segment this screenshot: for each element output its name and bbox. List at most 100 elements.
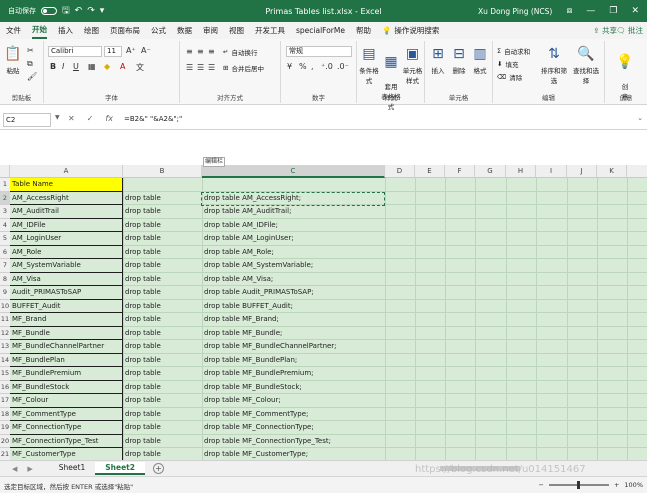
cell-table-name[interactable]: AM_LoginUser xyxy=(10,232,123,246)
comments-button[interactable]: 🗨 批注 xyxy=(616,25,643,36)
row-header[interactable]: 14 xyxy=(0,353,10,367)
zoom-in-icon[interactable]: + xyxy=(614,481,619,489)
column-header[interactable]: D xyxy=(385,165,415,178)
cell-drop-table[interactable]: drop table xyxy=(123,448,161,460)
row-header[interactable]: 7 xyxy=(0,259,10,273)
cell-drop-statement[interactable]: drop table AM_AuditTrail; xyxy=(202,205,291,219)
cell-drop-table[interactable]: drop table xyxy=(123,246,161,260)
cell-drop-table[interactable]: drop table xyxy=(123,394,161,408)
column-header[interactable]: G xyxy=(475,165,506,178)
cell-drop-statement[interactable]: drop table AM_LoginUser; xyxy=(202,232,294,246)
column-header[interactable]: J xyxy=(567,165,597,178)
user-name[interactable]: Xu Dong Ping (NCS) xyxy=(478,7,552,16)
cell-table-name[interactable]: AM_AccessRight xyxy=(10,191,123,205)
cell-table-name[interactable]: BUFFET_Audit xyxy=(10,299,123,313)
zoom-slider-knob[interactable] xyxy=(576,481,580,489)
increase-font-icon[interactable]: A⁺ xyxy=(126,46,136,55)
column-header[interactable]: F xyxy=(445,165,475,178)
sheet-tab-sheet1[interactable]: Sheet1 xyxy=(49,462,95,475)
cell-table-name[interactable]: MF_Colour xyxy=(10,394,123,408)
restore-icon[interactable]: ❐ xyxy=(609,6,617,16)
sheet-prev-icon[interactable]: ◀ xyxy=(12,465,17,473)
autosum-button[interactable]: Σ 自动求和 xyxy=(497,46,530,56)
delete-cells-button[interactable]: ⊟ 删除 xyxy=(449,45,469,75)
row-header[interactable]: 16 xyxy=(0,380,10,394)
cell-table-name[interactable]: AM_SystemVariable xyxy=(10,259,123,273)
cell-table-name[interactable]: MF_Brand xyxy=(10,313,123,327)
underline-icon[interactable]: U xyxy=(73,62,79,71)
cell-drop-statement[interactable]: drop table MF_BundlePlan; xyxy=(202,354,297,368)
cell-drop-table[interactable]: drop table xyxy=(123,367,161,381)
cell-drop-table[interactable]: drop table xyxy=(123,205,161,219)
tab-file[interactable]: 文件 xyxy=(6,23,21,38)
sort-filter-button[interactable]: ⇅ 排序和筛选 xyxy=(539,45,569,85)
cell-drop-table[interactable]: drop table xyxy=(123,381,161,395)
row-header[interactable]: 2 xyxy=(0,191,10,205)
select-all-corner[interactable] xyxy=(0,165,10,178)
cell-drop-table[interactable]: drop table xyxy=(123,232,161,246)
column-header[interactable]: H xyxy=(506,165,536,178)
cell-drop-table[interactable]: drop table xyxy=(123,273,161,287)
borders-icon[interactable]: ▦ xyxy=(88,62,96,71)
row-header[interactable]: 20 xyxy=(0,434,10,448)
cell-a1[interactable]: Table Name xyxy=(10,178,123,192)
row-header[interactable]: 5 xyxy=(0,232,10,246)
undo-icon[interactable]: ↶ xyxy=(75,6,83,16)
clear-button[interactable]: ⌫ 清除 xyxy=(497,72,522,82)
cell-drop-statement[interactable]: drop table MF_Colour; xyxy=(202,394,281,408)
comma-style-icon[interactable]: , xyxy=(311,62,314,71)
cell-table-name[interactable]: MF_ConnectionType xyxy=(10,421,123,435)
cell-table-name[interactable]: AM_Role xyxy=(10,245,123,259)
bold-icon[interactable]: B xyxy=(50,62,56,71)
tab-draw[interactable]: 绘图 xyxy=(84,23,99,38)
tab-review[interactable]: 审阅 xyxy=(203,23,218,38)
share-button[interactable]: ⇪ 共享 xyxy=(593,25,617,36)
cell-drop-statement[interactable]: drop table MF_BundleChannelPartner; xyxy=(202,340,337,354)
row-header[interactable]: 4 xyxy=(0,218,10,232)
minimize-icon[interactable]: — xyxy=(586,6,595,16)
find-select-button[interactable]: 🔍 查找和选择 xyxy=(571,45,601,85)
tab-home[interactable]: 开始 xyxy=(32,22,47,39)
tab-insert[interactable]: 插入 xyxy=(58,23,73,38)
cell-table-name[interactable]: MF_BundleStock xyxy=(10,380,123,394)
align-middle-icon[interactable]: ≡ xyxy=(197,47,204,56)
cell-table-name[interactable]: MF_BundlePlan xyxy=(10,353,123,367)
row-header[interactable]: 3 xyxy=(0,205,10,219)
cell-drop-statement[interactable]: drop table AM_IDFile; xyxy=(202,219,278,233)
ribbon-display-icon[interactable]: ⧈ xyxy=(567,6,573,16)
sheet-next-icon[interactable]: ▶ xyxy=(27,465,32,473)
zoom-out-icon[interactable]: − xyxy=(539,481,544,489)
row-header[interactable]: 12 xyxy=(0,326,10,340)
row-header[interactable]: 8 xyxy=(0,272,10,286)
cell-table-name[interactable]: MF_ConnectionType_Test xyxy=(10,434,123,448)
cell-drop-table[interactable]: drop table xyxy=(123,435,161,449)
tab-help[interactable]: 帮助 xyxy=(356,23,371,38)
cell-drop-table[interactable]: drop table xyxy=(123,300,161,314)
row-header[interactable]: 6 xyxy=(0,245,10,259)
cancel-icon[interactable]: ✕ xyxy=(68,114,75,123)
cell-drop-statement[interactable]: drop table AM_SystemVariable; xyxy=(202,259,313,273)
align-left-icon[interactable]: ☰ xyxy=(186,63,193,72)
tab-page-layout[interactable]: 页面布局 xyxy=(110,23,140,38)
cell-drop-statement[interactable]: drop table AM_Role; xyxy=(202,246,274,260)
cell-drop-statement[interactable]: drop table MF_ConnectionType_Test; xyxy=(202,435,331,449)
column-header[interactable]: I xyxy=(536,165,567,178)
insert-cells-button[interactable]: ⊞ 插入 xyxy=(428,45,448,75)
merge-center-button[interactable]: ⊞ 合并后居中 xyxy=(223,63,264,73)
cell-drop-table[interactable]: drop table xyxy=(123,421,161,435)
cell-drop-statement[interactable]: drop table Audit_PRIMASToSAP; xyxy=(202,286,314,300)
font-size-combo[interactable]: 11 xyxy=(104,46,122,57)
cell-table-name[interactable]: Audit_PRIMASToSAP xyxy=(10,286,123,300)
align-right-icon[interactable]: ☰ xyxy=(208,63,215,72)
name-box[interactable]: C2 xyxy=(3,113,51,127)
cell-drop-statement[interactable]: drop table MF_CommentType; xyxy=(202,408,308,422)
currency-icon[interactable]: ¥ xyxy=(287,62,292,71)
cell-drop-statement[interactable]: drop table BUFFET_Audit; xyxy=(202,300,293,314)
formula-input[interactable]: =B2&" "&A2&";" xyxy=(124,115,182,123)
cell-styles-button[interactable]: ▣ 单元格样式 xyxy=(401,45,424,85)
cell-drop-table[interactable]: drop table xyxy=(123,259,161,273)
save-icon[interactable]: 🖫 xyxy=(62,3,70,19)
tell-me-search[interactable]: 💡 操作说明搜索 xyxy=(382,23,439,38)
cell-table-name[interactable]: AM_IDFile xyxy=(10,218,123,232)
row-header[interactable]: 9 xyxy=(0,286,10,300)
